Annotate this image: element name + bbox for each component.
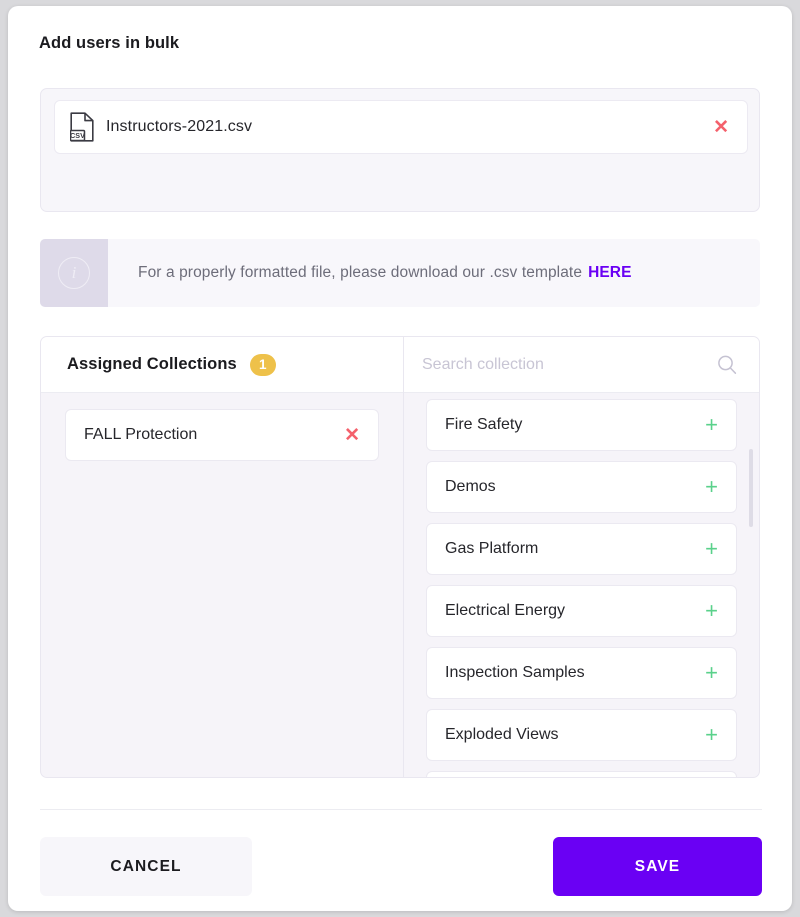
remove-collection-button[interactable]: ✕ — [344, 426, 360, 445]
info-icon-container: i — [40, 239, 108, 307]
available-item-label: Inspection Samples — [445, 664, 585, 681]
info-banner-message: For a properly formatted file, please do… — [138, 264, 583, 281]
file-dropzone[interactable]: CSV Instructors-2021.csv ✕ — [40, 88, 760, 212]
assigned-item-label: FALL Protection — [84, 426, 198, 443]
add-collection-button[interactable]: + — [705, 724, 718, 746]
search-input[interactable] — [420, 354, 715, 375]
assigned-collections-header: Assigned Collections 1 — [41, 337, 403, 393]
info-circle-icon: i — [58, 257, 90, 289]
add-collection-button[interactable]: + — [705, 414, 718, 436]
collections-panel: Assigned Collections 1 FALL Protection ✕ — [40, 336, 760, 778]
available-item-label: Demos — [445, 478, 496, 495]
available-item-label: Gas Platform — [445, 540, 539, 557]
uploaded-file-row: CSV Instructors-2021.csv ✕ — [54, 100, 748, 154]
assigned-collections-list: FALL Protection ✕ — [41, 393, 403, 461]
save-button[interactable]: SAVE — [553, 837, 762, 896]
available-item-label: Electrical Energy — [445, 602, 566, 619]
info-banner-text: For a properly formatted file, please do… — [108, 239, 632, 307]
remove-file-button[interactable]: ✕ — [713, 118, 729, 137]
footer-divider — [40, 809, 762, 810]
list-item[interactable]: Inspection Samples + — [426, 647, 737, 699]
list-item[interactable]: Fire Safety + — [426, 771, 737, 777]
add-collection-button[interactable]: + — [705, 476, 718, 498]
list-item[interactable]: Fire Safety + — [426, 399, 737, 451]
template-info-banner: i For a properly formatted file, please … — [40, 239, 760, 307]
available-item-label: Exploded Views — [445, 726, 559, 743]
search-collection-row — [404, 337, 759, 393]
add-users-bulk-dialog: Add users in bulk CSV Instructors-2021.c… — [8, 6, 792, 911]
available-collections-list: Fire Safety + Demos + Gas Platform + Ele… — [404, 393, 759, 777]
cancel-button[interactable]: CANCEL — [40, 837, 252, 896]
svg-text:CSV: CSV — [70, 131, 85, 140]
available-collections-column: Fire Safety + Demos + Gas Platform + Ele… — [404, 337, 759, 777]
list-item[interactable]: FALL Protection ✕ — [65, 409, 379, 461]
list-item[interactable]: Gas Platform + — [426, 523, 737, 575]
page-title: Add users in bulk — [39, 34, 180, 52]
add-collection-button[interactable]: + — [705, 538, 718, 560]
assigned-collections-column: Assigned Collections 1 FALL Protection ✕ — [41, 337, 404, 777]
add-collection-button[interactable]: + — [705, 662, 718, 684]
assigned-collections-body: FALL Protection ✕ — [41, 393, 403, 777]
assigned-collections-title: Assigned Collections — [67, 355, 237, 373]
list-item[interactable]: Exploded Views + — [426, 709, 737, 761]
search-icon[interactable] — [715, 353, 739, 377]
add-collection-button[interactable]: + — [705, 600, 718, 622]
csv-template-link[interactable]: HERE — [588, 264, 631, 282]
available-item-label: Fire Safety — [445, 416, 523, 433]
list-item[interactable]: Electrical Energy + — [426, 585, 737, 637]
uploaded-file-name: Instructors-2021.csv — [106, 118, 253, 135]
available-collections-body: Fire Safety + Demos + Gas Platform + Ele… — [404, 393, 759, 777]
assigned-count-badge: 1 — [249, 353, 276, 376]
csv-file-icon: CSV — [70, 112, 94, 142]
list-item[interactable]: Demos + — [426, 461, 737, 513]
list-scrollbar-thumb[interactable] — [749, 449, 753, 527]
